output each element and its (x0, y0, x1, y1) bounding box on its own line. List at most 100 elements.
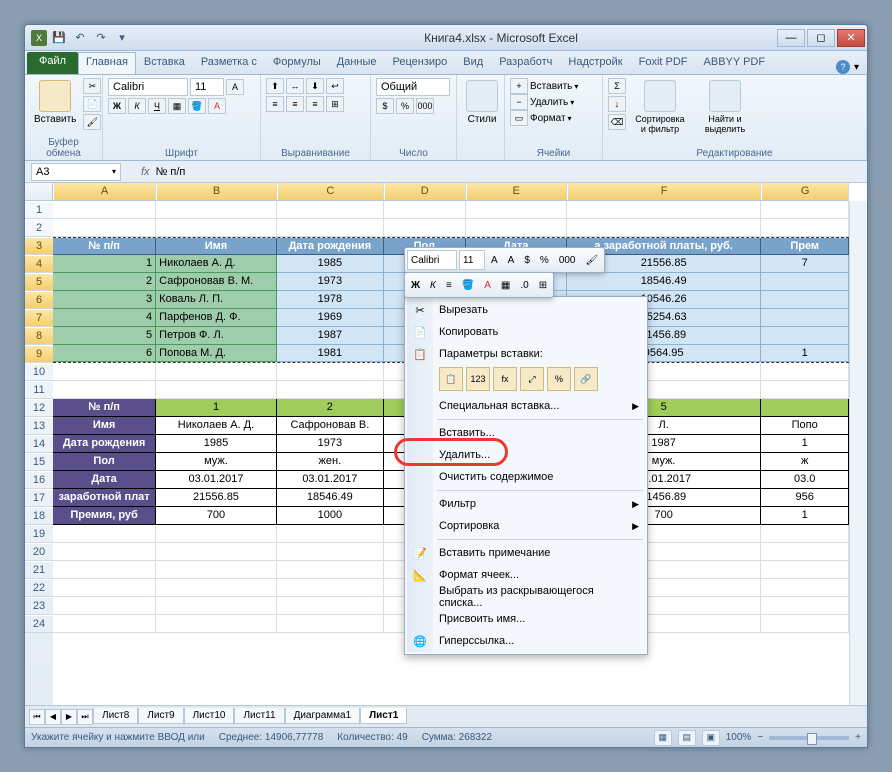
comma-icon[interactable]: 000 (416, 98, 434, 114)
row-header-20[interactable]: 20 (25, 543, 53, 561)
cell[interactable] (761, 219, 849, 237)
mini-fontcolor-icon[interactable]: A (480, 275, 495, 295)
number-format-combo[interactable]: Общий (376, 78, 450, 96)
cell[interactable]: 5 (53, 327, 156, 345)
mini-comma-icon[interactable]: 000 (555, 250, 580, 270)
view-break-icon[interactable]: ▣ (702, 730, 720, 746)
cell[interactable]: Попова М. Д. (156, 345, 277, 362)
column-headers[interactable]: ABCDEFG (53, 183, 849, 201)
cell[interactable] (277, 219, 384, 237)
row-header-21[interactable]: 21 (25, 561, 53, 579)
qat-save-icon[interactable]: 💾 (50, 29, 68, 47)
cell[interactable] (761, 327, 849, 345)
row-header-2[interactable]: 2 (25, 219, 53, 237)
cell[interactable]: 18546.49 (567, 273, 761, 291)
cell[interactable]: муж. (156, 453, 277, 471)
cell[interactable] (761, 399, 849, 417)
cell[interactable] (53, 597, 156, 615)
formula-value[interactable]: № п/п (156, 166, 186, 178)
cell[interactable] (761, 525, 849, 543)
cell[interactable]: № п/п (53, 238, 156, 255)
name-box[interactable]: A3▾ (31, 163, 121, 181)
select-all-corner[interactable] (25, 183, 53, 201)
cell[interactable] (156, 579, 277, 597)
col-header-C[interactable]: C (277, 183, 384, 200)
cell[interactable] (384, 219, 466, 237)
cell[interactable] (53, 381, 156, 399)
col-header-A[interactable]: A (53, 183, 156, 200)
font-name-combo[interactable]: Calibri (108, 78, 188, 96)
cell[interactable]: 1 (761, 435, 849, 453)
qat-more-icon[interactable]: ▾ (113, 29, 131, 47)
mini-merge-icon[interactable]: ⊞ (535, 275, 551, 295)
format-painter-icon[interactable]: 🖌 (83, 114, 101, 130)
cell[interactable] (761, 381, 849, 399)
ctx-hyperlink[interactable]: 🌐Гиперссылка... (407, 630, 645, 652)
cell[interactable] (156, 597, 277, 615)
ctx-copy[interactable]: 📄Копировать (407, 321, 645, 343)
mini-border-icon[interactable]: ▦ (497, 275, 514, 295)
row-header-24[interactable]: 24 (25, 615, 53, 633)
sort-filter-button[interactable]: Сортировка и фильтр (629, 78, 691, 136)
cells-insert-button[interactable]: +Вставить▾ (510, 78, 578, 94)
tab-file[interactable]: Файл (27, 52, 78, 74)
sheet-tab[interactable]: Диаграмма1 (285, 708, 361, 724)
cell[interactable]: 3 (53, 291, 156, 309)
underline-button[interactable]: Ч (148, 98, 166, 114)
row-header-15[interactable]: 15 (25, 453, 53, 471)
mini-toolbar-row2[interactable]: Ж К ≡ 🪣 A ▦ .0 ⊞ (404, 272, 554, 298)
cell[interactable] (53, 615, 156, 633)
font-size-combo[interactable]: 11 (190, 78, 224, 96)
cell[interactable]: 03.01.2017 (277, 471, 384, 489)
cell[interactable] (761, 291, 849, 309)
cell[interactable] (466, 219, 567, 237)
qat-undo-icon[interactable]: ↶ (71, 29, 89, 47)
ctx-format-cells[interactable]: 📐Формат ячеек... (407, 564, 645, 586)
ctx-delete[interactable]: Удалить... (407, 444, 645, 466)
mini-shrink-icon[interactable]: A (504, 250, 519, 270)
zoom-out-icon[interactable]: − (757, 732, 763, 743)
cell[interactable]: 03.0 (761, 471, 849, 489)
cell[interactable] (156, 219, 277, 237)
cell[interactable]: 1 (761, 507, 849, 525)
cell[interactable]: 1985 (156, 435, 277, 453)
cell[interactable]: Дата (53, 471, 156, 489)
cell[interactable]: 1969 (277, 309, 384, 327)
tab-developer[interactable]: Разработч (491, 52, 560, 74)
zoom-in-icon[interactable]: + (855, 732, 861, 743)
cell[interactable] (761, 561, 849, 579)
font-color-button[interactable]: A (208, 98, 226, 114)
minimize-button[interactable]: — (777, 29, 805, 47)
mini-toolbar[interactable]: Calibri 11 A A $ % 000 🖌 (404, 247, 605, 273)
tab-data[interactable]: Данные (329, 52, 385, 74)
border-button[interactable]: ▦ (168, 98, 186, 114)
tab-view[interactable]: Вид (455, 52, 491, 74)
cell[interactable] (761, 543, 849, 561)
cell[interactable]: 1985 (277, 255, 384, 273)
cell[interactable] (466, 201, 567, 219)
cell[interactable]: Парфенов Д. Ф. (156, 309, 277, 327)
cell[interactable] (761, 579, 849, 597)
fx-icon[interactable]: fx (141, 166, 150, 178)
col-header-F[interactable]: F (567, 183, 762, 200)
cell[interactable]: Попо (761, 417, 849, 435)
cell[interactable]: ж (761, 453, 849, 471)
tab-foxit[interactable]: Foxit PDF (631, 52, 696, 74)
cell[interactable]: 1987 (277, 327, 384, 345)
find-select-button[interactable]: Найти и выделить (694, 78, 756, 136)
cell[interactable] (156, 615, 277, 633)
sheet-nav-next-icon[interactable]: ▶ (61, 709, 77, 725)
maximize-button[interactable]: ◻ (807, 29, 835, 47)
align-right-icon[interactable]: ≡ (306, 96, 324, 112)
cell[interactable]: 6 (53, 345, 156, 362)
help-icon[interactable]: ? (836, 60, 850, 74)
tab-review[interactable]: Рецензиро (385, 52, 456, 74)
qat-redo-icon[interactable]: ↷ (92, 29, 110, 47)
sheet-tab[interactable]: Лист11 (234, 708, 284, 724)
tab-home[interactable]: Главная (78, 52, 136, 74)
mini-italic-icon[interactable]: К (426, 275, 440, 295)
col-header-D[interactable]: D (384, 183, 466, 200)
row-header-5[interactable]: 5 (25, 273, 53, 291)
cell[interactable] (761, 597, 849, 615)
cell[interactable]: Дата рождения (277, 238, 384, 255)
